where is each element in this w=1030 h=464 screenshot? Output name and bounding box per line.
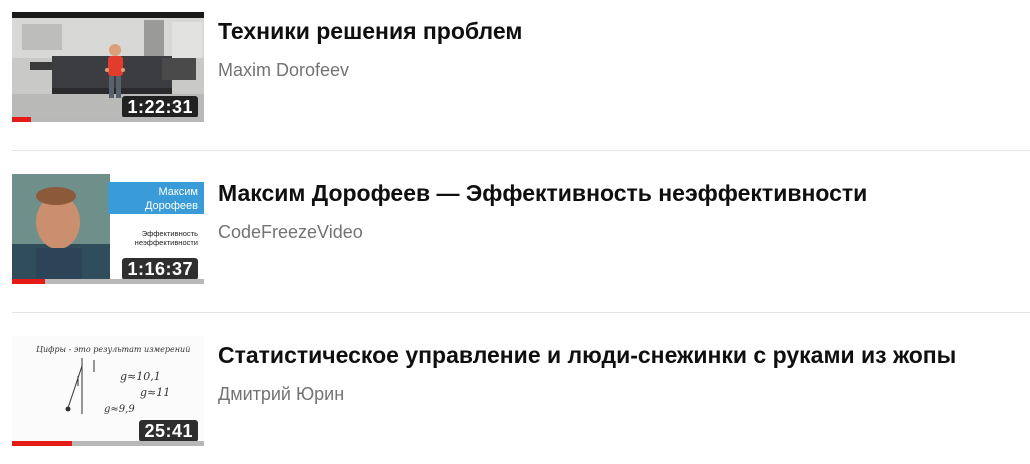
channel-name[interactable]: CodeFreezeVideo xyxy=(218,220,1030,244)
video-list: 1:22:31 Техники решения проблем Maxim Do… xyxy=(0,0,1030,464)
slide-caption: неэффективности xyxy=(135,238,198,247)
watch-progress-fill xyxy=(12,441,72,446)
video-duration: 1:16:37 xyxy=(122,258,198,280)
video-meta: Техники решения проблем Maxim Dorofeev xyxy=(218,16,1030,82)
video-thumbnail[interactable]: Цифры - это результат измерений g≈10,1 g… xyxy=(12,336,204,446)
channel-name[interactable]: Maxim Dorofeev xyxy=(218,58,1030,82)
divider xyxy=(12,312,1030,313)
watch-progress-bar xyxy=(12,117,204,122)
video-item[interactable]: Максим Дорофеев Эффективность неэффектив… xyxy=(12,174,1030,284)
video-meta: Статистическое управление и люди-снежинк… xyxy=(218,340,1030,406)
sketch-note: g≈11 xyxy=(140,386,170,399)
sketch-note: g≈10,1 xyxy=(120,370,161,383)
video-item[interactable]: Цифры - это результат измерений g≈10,1 g… xyxy=(12,336,1030,446)
video-title[interactable]: Максим Дорофеев — Эффективность неэффект… xyxy=(218,178,1030,208)
video-meta: Максим Дорофеев — Эффективность неэффект… xyxy=(218,178,1030,244)
channel-name[interactable]: Дмитрий Юрин xyxy=(218,382,1030,406)
watch-progress-bar xyxy=(12,441,204,446)
watch-progress-fill xyxy=(12,117,32,122)
video-thumbnail[interactable]: Максим Дорофеев Эффективность неэффектив… xyxy=(12,174,204,284)
video-title[interactable]: Техники решения проблем xyxy=(218,16,1030,46)
video-item[interactable]: 1:22:31 Техники решения проблем Maxim Do… xyxy=(12,12,1030,122)
watch-progress-bar xyxy=(12,279,204,284)
video-duration: 1:22:31 xyxy=(122,96,198,118)
video-thumbnail[interactable]: 1:22:31 xyxy=(12,12,204,122)
slide-caption: Эффективность xyxy=(142,229,198,238)
banner-line: Максим xyxy=(158,186,198,198)
video-title[interactable]: Статистическое управление и люди-снежинк… xyxy=(218,340,1030,370)
video-duration: 25:41 xyxy=(139,420,198,442)
banner-line: Дорофеев xyxy=(145,200,198,212)
watch-progress-fill xyxy=(12,279,45,284)
sketch-note: g≈9,9 xyxy=(104,404,135,415)
divider xyxy=(12,150,1030,151)
sketch-caption: Цифры - это результат измерений xyxy=(36,345,190,354)
